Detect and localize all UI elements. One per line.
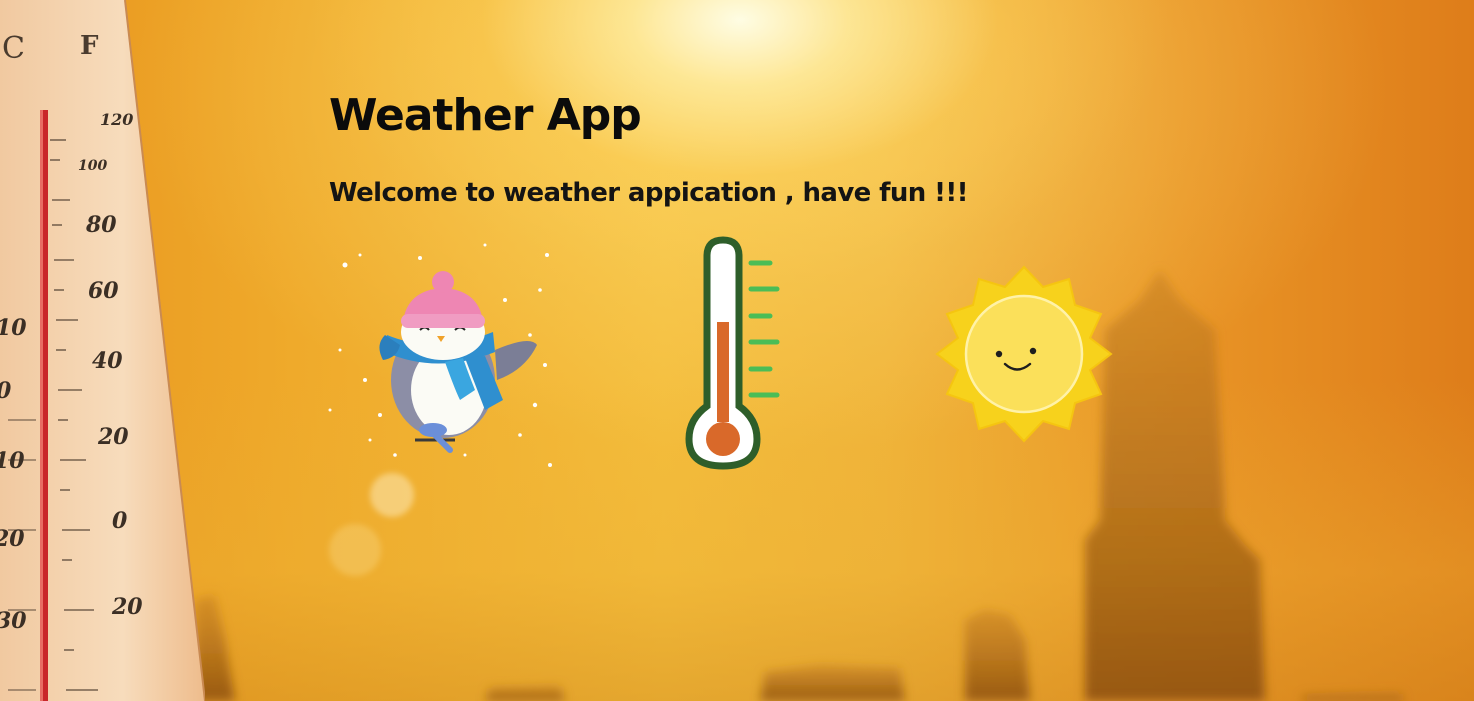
svg-text:80: 80 [85, 212, 117, 238]
thermometer-icon [685, 236, 780, 470]
svg-text:120: 120 [100, 110, 133, 129]
svg-text:0: 0 [112, 508, 128, 534]
svg-text:10: 10 [0, 315, 27, 341]
svg-text:20: 20 [111, 594, 143, 620]
smiling-sun-icon [935, 265, 1113, 443]
svg-text:60: 60 [88, 278, 119, 304]
header: Weather App [329, 80, 642, 152]
page-title: Weather App [329, 90, 642, 141]
svg-text:20: 20 [97, 424, 129, 450]
svg-text:10: 10 [0, 448, 25, 474]
skating-penguin-icon [328, 243, 552, 467]
svg-text:40: 40 [92, 348, 123, 374]
svg-text:20: 20 [0, 526, 25, 552]
welcome-message: Welcome to weather appication , have fun… [329, 178, 969, 208]
svg-text:0: 0 [0, 378, 12, 404]
background-thermometer-scale: C F 120 100 80 60 40 20 0 20 10 0 10 20 … [0, 0, 205, 701]
fahrenheit-label: F [80, 31, 99, 61]
svg-text:30: 30 [0, 608, 27, 634]
svg-text:100: 100 [78, 158, 107, 174]
celsius-label: C [2, 31, 25, 66]
